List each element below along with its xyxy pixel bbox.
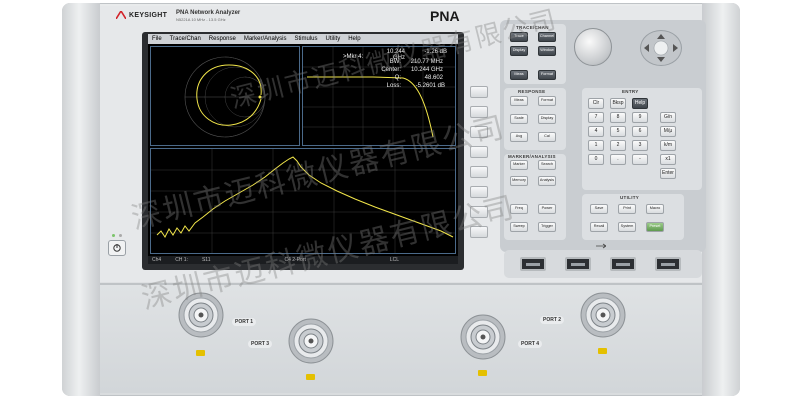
window-key[interactable]: Window xyxy=(538,46,556,56)
utility-section xyxy=(582,194,684,240)
status-channel: Ch4 xyxy=(152,257,162,263)
enter-key[interactable]: Enter xyxy=(660,168,676,179)
loss-value: -5.2601 dB xyxy=(415,83,445,89)
status-lcl: LCL xyxy=(389,257,400,263)
port1-label: PORT 1 xyxy=(232,318,257,326)
avg-key[interactable]: Avg xyxy=(510,132,528,142)
macro-key[interactable]: Macro xyxy=(646,204,664,214)
entry-key-14[interactable]: k/m xyxy=(660,140,676,151)
entry-key-2[interactable]: Help xyxy=(632,98,648,109)
pna-badge: PNA xyxy=(430,8,460,24)
menu-help[interactable]: Help xyxy=(348,36,360,42)
scale-key[interactable]: Scale xyxy=(510,114,528,124)
entry-key-1[interactable]: Bksp xyxy=(610,98,626,109)
left-handle xyxy=(62,3,100,396)
connector-icon xyxy=(460,314,506,360)
arrow-pad[interactable] xyxy=(640,30,682,66)
power-level-key[interactable]: Power xyxy=(538,204,556,214)
entry-key-17[interactable]: - xyxy=(632,154,648,165)
marker-key[interactable]: Marker xyxy=(510,160,528,170)
meas-key[interactable]: Meas xyxy=(510,96,528,106)
entry-key-4[interactable]: 8 xyxy=(610,112,626,123)
loss-label: Loss: xyxy=(386,83,401,89)
right-handle xyxy=(702,3,740,396)
power-icon xyxy=(113,244,121,252)
entry-key-10[interactable]: M/μ xyxy=(660,126,676,137)
response-label: RESPONSE xyxy=(518,89,546,94)
power-led-icon xyxy=(112,234,115,237)
display-key[interactable]: Display xyxy=(510,46,528,56)
arrow-keys-icon xyxy=(644,34,678,62)
warning-label-icon xyxy=(478,370,487,376)
format-dark-key[interactable]: Format xyxy=(538,70,556,80)
entry-key-15[interactable]: 0 xyxy=(588,154,604,165)
test-port-4[interactable] xyxy=(460,314,506,360)
port2-label: PORT 2 xyxy=(540,316,565,324)
menu-marker-analysis[interactable]: Marker/Analysis xyxy=(244,36,287,42)
keysight-logo-icon xyxy=(116,11,126,19)
standby-led-icon xyxy=(119,234,122,237)
menu-stimulus[interactable]: Stimulus xyxy=(295,36,318,42)
entry-key-16[interactable]: . xyxy=(610,154,626,165)
port4-label: PORT 4 xyxy=(518,340,543,348)
softkey-5[interactable] xyxy=(470,166,488,178)
usb-icon xyxy=(596,243,606,249)
utility-label: UTILITY xyxy=(620,195,640,200)
model-line: N5221A 10 MHz - 13.5 GHz xyxy=(176,17,226,22)
entry-key-8[interactable]: 5 xyxy=(610,126,626,137)
entry-label: ENTRY xyxy=(622,89,639,94)
test-port-2[interactable] xyxy=(580,292,626,338)
menu-utility[interactable]: Utility xyxy=(326,36,341,42)
entry-key-9[interactable]: 6 xyxy=(632,126,648,137)
save-key[interactable]: Save xyxy=(590,204,608,214)
entry-key-3[interactable]: 7 xyxy=(588,112,604,123)
meas-dark-key[interactable]: Meas xyxy=(510,70,528,80)
system-key[interactable]: System xyxy=(618,222,636,232)
entry-key-5[interactable]: 9 xyxy=(632,112,648,123)
trigger-key[interactable]: Trigger xyxy=(538,222,556,232)
menu-file[interactable]: File xyxy=(152,36,162,42)
brand-name: KEYSIGHT xyxy=(129,11,168,19)
recall-key[interactable]: Recall xyxy=(590,222,608,232)
entry-key-11[interactable]: 1 xyxy=(588,140,604,151)
connector-icon xyxy=(288,318,334,364)
usb-port-1[interactable] xyxy=(520,257,546,271)
rotary-knob[interactable] xyxy=(574,28,612,66)
warning-label-icon xyxy=(598,348,607,354)
print-key[interactable]: Print xyxy=(618,204,636,214)
brand-logo: KEYSIGHT xyxy=(116,11,167,19)
format-key[interactable]: Format xyxy=(538,96,556,106)
menu-response[interactable]: Response xyxy=(209,36,236,42)
entry-key-7[interactable]: 4 xyxy=(588,126,604,137)
usb-port-2[interactable] xyxy=(565,257,591,271)
connector-icon xyxy=(580,292,626,338)
q-value: 48.602 xyxy=(424,75,443,81)
test-port-3[interactable] xyxy=(288,318,334,364)
display-resp-key[interactable]: Display xyxy=(538,114,556,124)
entry-key-18[interactable]: x1 xyxy=(660,154,676,165)
preset-key[interactable]: Preset xyxy=(646,222,664,232)
search-key[interactable]: Search xyxy=(538,160,556,170)
marker-label: MARKER/ANALYSIS xyxy=(508,154,556,159)
product-name: PNA Network Analyzer xyxy=(176,10,241,16)
usb-port-4[interactable] xyxy=(655,257,681,271)
warning-label-icon xyxy=(306,374,315,380)
power-button[interactable] xyxy=(108,240,126,256)
memory-key[interactable]: Memory xyxy=(510,176,528,186)
entry-key-0[interactable]: Clr xyxy=(588,98,604,109)
entry-key-13[interactable]: 3 xyxy=(632,140,648,151)
softkey-1[interactable] xyxy=(470,86,488,98)
cal-key[interactable]: Cal xyxy=(538,132,556,142)
analysis-key[interactable]: Analysis xyxy=(538,176,556,186)
usb-port-3[interactable] xyxy=(610,257,636,271)
menu-trace-chan[interactable]: Trace/Chan xyxy=(170,36,201,42)
warning-label-icon xyxy=(196,350,205,356)
entry-key-12[interactable]: 2 xyxy=(610,140,626,151)
port3-label: PORT 3 xyxy=(248,340,273,348)
entry-key-6[interactable]: G/n xyxy=(660,112,676,123)
